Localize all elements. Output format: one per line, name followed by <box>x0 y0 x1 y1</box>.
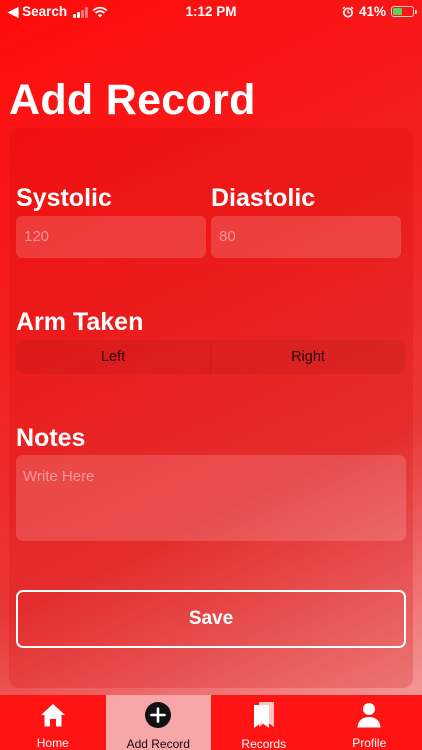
bookmarks-icon <box>253 702 274 728</box>
battery-fill <box>393 8 402 15</box>
status-bar: ◀ Search 1:12 PM 41% <box>0 0 422 24</box>
plus-circle-icon <box>145 702 172 728</box>
tab-records[interactable]: Records <box>211 695 317 750</box>
systolic-label: Systolic <box>16 184 112 212</box>
tab-label: Add Record <box>126 737 190 750</box>
systolic-input[interactable]: 120 <box>16 216 206 258</box>
save-button[interactable]: Save <box>16 590 406 648</box>
diastolic-input[interactable]: 80 <box>211 216 401 258</box>
alarm-icon <box>342 5 354 17</box>
tab-label: Profile <box>352 736 387 750</box>
person-icon <box>357 702 381 727</box>
status-right: 41% <box>342 4 417 19</box>
arm-option-right[interactable]: Right <box>210 340 405 374</box>
tab-bar: Home Add Record Records Profile <box>0 695 422 750</box>
house-icon <box>40 703 65 726</box>
notes-label: Notes <box>16 424 86 452</box>
tab-profile[interactable]: Profile <box>317 695 422 750</box>
tab-add-record[interactable]: Add Record <box>105 695 211 750</box>
arm-option-left[interactable]: Left <box>16 340 210 374</box>
battery-percent: 41% <box>358 4 386 19</box>
notes-textarea[interactable]: Write Here <box>16 455 406 541</box>
diastolic-label: Diastolic <box>211 184 316 212</box>
battery-icon <box>391 6 417 17</box>
tab-home[interactable]: Home <box>0 695 106 750</box>
tab-label: Home <box>36 736 69 750</box>
arm-segmented-control[interactable]: Left Right <box>16 340 405 374</box>
arm-taken-label: Arm Taken <box>16 308 144 336</box>
tab-label: Records <box>241 737 287 750</box>
page-title: Add Record <box>9 76 256 124</box>
